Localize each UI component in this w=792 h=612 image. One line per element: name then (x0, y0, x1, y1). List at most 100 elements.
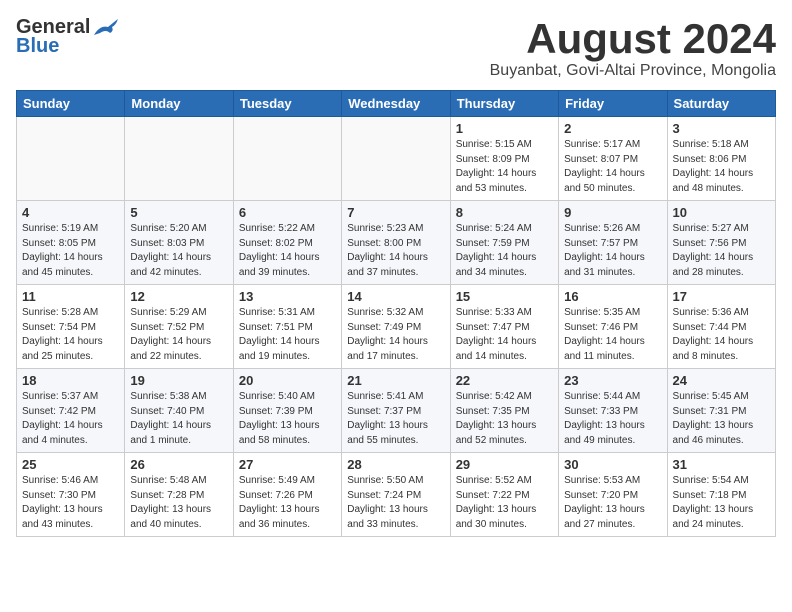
day-info: Sunrise: 5:53 AM Sunset: 7:20 PM Dayligh… (564, 474, 661, 532)
day-number: 18 (22, 373, 119, 388)
calendar-cell: 15 Sunrise: 5:33 AM Sunset: 7:47 PM Dayli… (450, 285, 558, 369)
calendar-week-1: 1 Sunrise: 5:15 AM Sunset: 8:09 PM Daylig… (17, 117, 776, 201)
day-info: Sunrise: 5:46 AM Sunset: 7:30 PM Dayligh… (22, 474, 119, 532)
calendar-cell (342, 117, 450, 201)
calendar-cell: 22 Sunrise: 5:42 AM Sunset: 7:35 PM Dayli… (450, 369, 558, 453)
day-info: Sunrise: 5:32 AM Sunset: 7:49 PM Dayligh… (347, 306, 444, 364)
logo-bird-icon (92, 17, 120, 39)
day-info: Sunrise: 5:35 AM Sunset: 7:46 PM Dayligh… (564, 306, 661, 364)
day-info: Sunrise: 5:41 AM Sunset: 7:37 PM Dayligh… (347, 390, 444, 448)
day-number: 13 (239, 289, 336, 304)
calendar-cell: 13 Sunrise: 5:31 AM Sunset: 7:51 PM Dayli… (233, 285, 341, 369)
day-info: Sunrise: 5:36 AM Sunset: 7:44 PM Dayligh… (673, 306, 770, 364)
day-info: Sunrise: 5:17 AM Sunset: 8:07 PM Dayligh… (564, 138, 661, 196)
day-number: 12 (130, 289, 227, 304)
calendar-week-2: 4 Sunrise: 5:19 AM Sunset: 8:05 PM Daylig… (17, 201, 776, 285)
column-header-tuesday: Tuesday (233, 91, 341, 117)
day-info: Sunrise: 5:48 AM Sunset: 7:28 PM Dayligh… (130, 474, 227, 532)
day-number: 1 (456, 121, 553, 136)
calendar-cell: 26 Sunrise: 5:48 AM Sunset: 7:28 PM Dayli… (125, 453, 233, 537)
calendar-cell: 31Sunrise: 5:54 AM Sunset: 7:18 PM Dayli… (667, 453, 775, 537)
logo-blue-text: Blue (16, 35, 59, 58)
day-number: 23 (564, 373, 661, 388)
day-info: Sunrise: 5:27 AM Sunset: 7:56 PM Dayligh… (673, 222, 770, 280)
calendar-cell: 30Sunrise: 5:53 AM Sunset: 7:20 PM Dayli… (559, 453, 667, 537)
calendar-cell: 4 Sunrise: 5:19 AM Sunset: 8:05 PM Daylig… (17, 201, 125, 285)
day-number: 10 (673, 205, 770, 220)
calendar-cell: 25 Sunrise: 5:46 AM Sunset: 7:30 PM Dayli… (17, 453, 125, 537)
day-number: 22 (456, 373, 553, 388)
calendar-cell: 23 Sunrise: 5:44 AM Sunset: 7:33 PM Dayli… (559, 369, 667, 453)
day-info: Sunrise: 5:22 AM Sunset: 8:02 PM Dayligh… (239, 222, 336, 280)
title-block: August 2024 Buyanbat, Govi-Altai Provinc… (490, 16, 776, 80)
day-info: Sunrise: 5:19 AM Sunset: 8:05 PM Dayligh… (22, 222, 119, 280)
calendar-cell: 18 Sunrise: 5:37 AM Sunset: 7:42 PM Dayli… (17, 369, 125, 453)
day-info: Sunrise: 5:38 AM Sunset: 7:40 PM Dayligh… (130, 390, 227, 448)
day-number: 28 (347, 457, 444, 472)
calendar-cell: 12 Sunrise: 5:29 AM Sunset: 7:52 PM Dayli… (125, 285, 233, 369)
day-info: Sunrise: 5:23 AM Sunset: 8:00 PM Dayligh… (347, 222, 444, 280)
calendar-cell (233, 117, 341, 201)
day-info: Sunrise: 5:44 AM Sunset: 7:33 PM Dayligh… (564, 390, 661, 448)
day-info: Sunrise: 5:33 AM Sunset: 7:47 PM Dayligh… (456, 306, 553, 364)
day-number: 11 (22, 289, 119, 304)
day-number: 26 (130, 457, 227, 472)
calendar-cell: 24Sunrise: 5:45 AM Sunset: 7:31 PM Dayli… (667, 369, 775, 453)
day-info: Sunrise: 5:37 AM Sunset: 7:42 PM Dayligh… (22, 390, 119, 448)
calendar-cell: 27Sunrise: 5:49 AM Sunset: 7:26 PM Dayli… (233, 453, 341, 537)
calendar-cell: 3 Sunrise: 5:18 AM Sunset: 8:06 PM Daylig… (667, 117, 775, 201)
location-title: Buyanbat, Govi-Altai Province, Mongolia (490, 62, 776, 80)
day-number: 3 (673, 121, 770, 136)
day-info: Sunrise: 5:26 AM Sunset: 7:57 PM Dayligh… (564, 222, 661, 280)
column-header-friday: Friday (559, 91, 667, 117)
day-info: Sunrise: 5:52 AM Sunset: 7:22 PM Dayligh… (456, 474, 553, 532)
calendar-cell: 17Sunrise: 5:36 AM Sunset: 7:44 PM Dayli… (667, 285, 775, 369)
month-title: August 2024 (490, 16, 776, 62)
day-number: 16 (564, 289, 661, 304)
calendar-cell: 8 Sunrise: 5:24 AM Sunset: 7:59 PM Daylig… (450, 201, 558, 285)
calendar-week-5: 25 Sunrise: 5:46 AM Sunset: 7:30 PM Dayli… (17, 453, 776, 537)
day-info: Sunrise: 5:15 AM Sunset: 8:09 PM Dayligh… (456, 138, 553, 196)
column-header-monday: Monday (125, 91, 233, 117)
column-header-thursday: Thursday (450, 91, 558, 117)
day-number: 9 (564, 205, 661, 220)
calendar-cell: 19Sunrise: 5:38 AM Sunset: 7:40 PM Dayli… (125, 369, 233, 453)
day-number: 24 (673, 373, 770, 388)
calendar-cell: 20 Sunrise: 5:40 AM Sunset: 7:39 PM Dayli… (233, 369, 341, 453)
column-header-wednesday: Wednesday (342, 91, 450, 117)
day-number: 7 (347, 205, 444, 220)
day-number: 4 (22, 205, 119, 220)
day-number: 20 (239, 373, 336, 388)
day-info: Sunrise: 5:18 AM Sunset: 8:06 PM Dayligh… (673, 138, 770, 196)
calendar-cell: 28 Sunrise: 5:50 AM Sunset: 7:24 PM Dayli… (342, 453, 450, 537)
day-number: 8 (456, 205, 553, 220)
day-number: 25 (22, 457, 119, 472)
calendar-table: SundayMondayTuesdayWednesdayThursdayFrid… (16, 90, 776, 537)
calendar-cell: 11Sunrise: 5:28 AM Sunset: 7:54 PM Dayli… (17, 285, 125, 369)
calendar-cell: 10 Sunrise: 5:27 AM Sunset: 7:56 PM Dayli… (667, 201, 775, 285)
day-info: Sunrise: 5:31 AM Sunset: 7:51 PM Dayligh… (239, 306, 336, 364)
calendar-header-row: SundayMondayTuesdayWednesdayThursdayFrid… (17, 91, 776, 117)
calendar-cell: 2Sunrise: 5:17 AM Sunset: 8:07 PM Daylig… (559, 117, 667, 201)
calendar-cell: 5Sunrise: 5:20 AM Sunset: 8:03 PM Daylig… (125, 201, 233, 285)
calendar-cell: 9 Sunrise: 5:26 AM Sunset: 7:57 PM Daylig… (559, 201, 667, 285)
column-header-sunday: Sunday (17, 91, 125, 117)
day-info: Sunrise: 5:40 AM Sunset: 7:39 PM Dayligh… (239, 390, 336, 448)
day-info: Sunrise: 5:42 AM Sunset: 7:35 PM Dayligh… (456, 390, 553, 448)
day-number: 27 (239, 457, 336, 472)
day-number: 6 (239, 205, 336, 220)
calendar-cell: 1 Sunrise: 5:15 AM Sunset: 8:09 PM Daylig… (450, 117, 558, 201)
calendar-cell: 29Sunrise: 5:52 AM Sunset: 7:22 PM Dayli… (450, 453, 558, 537)
day-info: Sunrise: 5:24 AM Sunset: 7:59 PM Dayligh… (456, 222, 553, 280)
calendar-cell: 7 Sunrise: 5:23 AM Sunset: 8:00 PM Daylig… (342, 201, 450, 285)
day-number: 15 (456, 289, 553, 304)
calendar-cell: 6 Sunrise: 5:22 AM Sunset: 8:02 PM Daylig… (233, 201, 341, 285)
day-info: Sunrise: 5:50 AM Sunset: 7:24 PM Dayligh… (347, 474, 444, 532)
day-info: Sunrise: 5:29 AM Sunset: 7:52 PM Dayligh… (130, 306, 227, 364)
calendar-cell: 16 Sunrise: 5:35 AM Sunset: 7:46 PM Dayli… (559, 285, 667, 369)
calendar-week-3: 11Sunrise: 5:28 AM Sunset: 7:54 PM Dayli… (17, 285, 776, 369)
day-number: 21 (347, 373, 444, 388)
calendar-cell: 14Sunrise: 5:32 AM Sunset: 7:49 PM Dayli… (342, 285, 450, 369)
calendar-week-4: 18 Sunrise: 5:37 AM Sunset: 7:42 PM Dayli… (17, 369, 776, 453)
logo: General Blue (16, 16, 120, 58)
